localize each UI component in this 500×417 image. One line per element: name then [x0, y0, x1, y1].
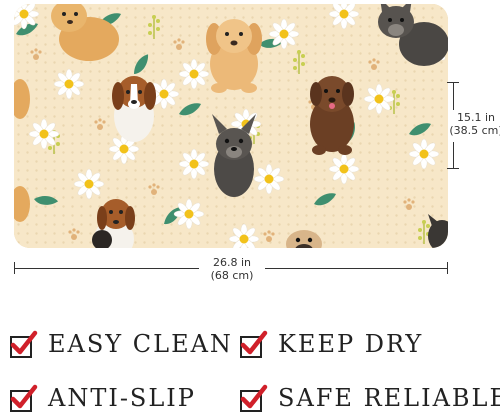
- width-line-right: [265, 268, 448, 269]
- height-label: 15.1 in (38.5 cm): [449, 111, 500, 137]
- width-tick-right: [447, 262, 448, 274]
- dog-daisy-pattern: [14, 4, 448, 248]
- width-line-left: [14, 268, 199, 269]
- feature-label: SAFE RELIABLE: [278, 384, 500, 412]
- feature-easy-clean: EASY CLEAN: [8, 330, 233, 358]
- feature-label: EASY CLEAN: [48, 330, 233, 358]
- checkmark-icon: [238, 330, 268, 358]
- feature-label: KEEP DRY: [278, 330, 424, 358]
- height-tick-bottom: [447, 168, 459, 169]
- feature-anti-slip: ANTI-SLIP: [8, 384, 196, 412]
- height-cm: (38.5 cm): [449, 124, 500, 137]
- width-label: 26.8 in (68 cm): [200, 256, 264, 282]
- checkmark-icon: [8, 330, 38, 358]
- width-inches: 26.8 in: [212, 256, 252, 269]
- checkmark-icon: [8, 384, 38, 412]
- bath-mat-image: [14, 4, 448, 248]
- checkmark-icon: [238, 384, 268, 412]
- chocolate-labrador: [310, 76, 354, 155]
- beagle-left: [112, 76, 156, 142]
- height-inches: 15.1 in: [456, 111, 496, 124]
- width-cm: (68 cm): [210, 269, 254, 282]
- feature-label: ANTI-SLIP: [48, 384, 196, 412]
- height-line-bottom: [453, 142, 454, 168]
- height-line-top: [453, 82, 454, 110]
- feature-keep-dry: KEEP DRY: [238, 330, 423, 358]
- feature-safe-reliable: SAFE RELIABLE: [238, 384, 500, 412]
